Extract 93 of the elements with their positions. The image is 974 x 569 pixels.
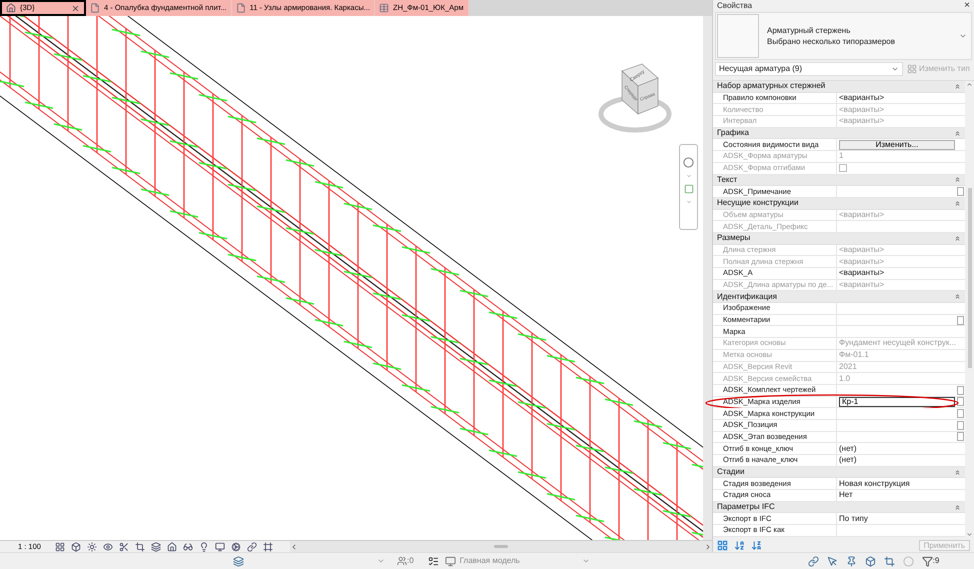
filter-icon[interactable] — [922, 556, 933, 566]
edit-button[interactable]: Изменить... — [839, 140, 955, 150]
sort-descending-icon[interactable] — [751, 540, 762, 550]
document-icon — [90, 3, 100, 13]
users-icon[interactable] — [397, 556, 407, 566]
property-value: Фм-01.1 — [839, 350, 869, 360]
horizontal-scrollbar[interactable] — [290, 541, 712, 552]
property-value: (нет) — [839, 444, 857, 454]
type-selector[interactable]: Арматурный стержень Выбрано несколько типоразмеров — [715, 12, 972, 60]
close-button[interactable]: × — [964, 1, 970, 11]
collapse-icon[interactable] — [954, 130, 961, 137]
cube-icon[interactable] — [864, 556, 876, 566]
crop-icon[interactable] — [135, 542, 145, 552]
link-icon[interactable] — [808, 556, 819, 566]
list-icon[interactable] — [428, 556, 439, 566]
pointer-icon[interactable] — [826, 556, 838, 566]
browse-button[interactable] — [957, 409, 964, 418]
scroll-thumb[interactable] — [968, 188, 972, 368]
property-value: <варианты> — [839, 256, 884, 267]
property-value: Новая конструкция — [839, 478, 910, 489]
selection-count: :9 — [932, 556, 940, 566]
property-value: Нет — [839, 490, 853, 500]
cube-icon[interactable] — [71, 542, 81, 552]
property-value: <варианты> — [839, 244, 884, 255]
collapse-icon[interactable] — [954, 200, 961, 207]
pin-icon[interactable] — [846, 556, 857, 566]
browse-button[interactable] — [957, 386, 964, 395]
scroll-thumb[interactable] — [494, 545, 508, 548]
collapse-icon[interactable] — [954, 468, 961, 476]
caret-icon[interactable] — [377, 557, 385, 565]
layers-icon[interactable] — [151, 542, 161, 552]
type-name: Выбрано несколько типоразмеров — [767, 36, 895, 47]
grid-icon — [907, 64, 917, 74]
glasses-icon[interactable] — [183, 542, 193, 552]
document-icon — [236, 3, 246, 13]
group-header[interactable]: Текст — [717, 174, 738, 185]
panel-title: Свойства — [717, 1, 752, 11]
collapse-icon[interactable] — [954, 504, 961, 511]
type-name: Арматурный стержень — [767, 25, 852, 36]
frame-icon[interactable] — [263, 542, 273, 552]
categorized-icon[interactable] — [717, 540, 728, 550]
gear-icon[interactable] — [231, 542, 241, 552]
house-icon[interactable] — [167, 542, 177, 552]
group-header[interactable]: Размеры — [717, 233, 750, 244]
property-value: 1.0 — [839, 374, 850, 384]
sort-ascending-icon[interactable] — [734, 540, 745, 550]
close-icon[interactable] — [71, 4, 80, 12]
property-value: 1 — [839, 151, 844, 162]
property-value: (нет) — [839, 455, 857, 466]
property-value: <варианты> — [839, 104, 884, 115]
vertical-scrollbar[interactable] — [965, 81, 974, 538]
collapse-icon[interactable] — [954, 176, 961, 184]
property-value: <варианты> — [839, 210, 884, 220]
group-header[interactable]: Идентификация — [717, 292, 777, 302]
filter-dropdown[interactable]: Несущая арматура (9) — [715, 62, 903, 76]
worksharing-count: :0 — [407, 556, 414, 566]
scroll-up-icon[interactable] — [966, 81, 973, 88]
browse-button[interactable] — [957, 397, 964, 406]
scroll-down-icon[interactable] — [966, 531, 973, 538]
sun-icon[interactable] — [87, 542, 97, 552]
property-value: <варианты> — [839, 116, 884, 126]
lightbulb-icon[interactable] — [199, 542, 209, 552]
collapse-icon[interactable] — [954, 293, 961, 300]
grid-icon[interactable] — [55, 542, 65, 552]
caret-icon — [891, 65, 899, 73]
property-value: <варианты> — [839, 280, 884, 290]
scroll-left-icon[interactable] — [290, 542, 298, 550]
link-icon[interactable] — [247, 542, 257, 552]
monitor-icon[interactable] — [444, 556, 456, 566]
property-value: 2021 — [839, 362, 857, 372]
caret-icon — [582, 557, 590, 565]
property-value: По типу — [839, 514, 868, 524]
browse-button[interactable] — [957, 316, 964, 325]
browse-button[interactable] — [957, 420, 964, 430]
caret-icon — [959, 32, 967, 40]
property-value: <варианты> — [839, 268, 884, 278]
group-header[interactable]: Стадии — [717, 467, 744, 478]
group-header[interactable]: Графика — [717, 128, 749, 138]
property-value: <варианты> — [839, 93, 884, 104]
browse-button[interactable] — [957, 187, 964, 196]
eye-icon[interactable] — [103, 542, 113, 552]
collapse-icon[interactable] — [954, 234, 961, 242]
property-value: Фундамент несущей конструк... — [839, 338, 956, 348]
monitor-icon[interactable] — [215, 542, 225, 552]
table-icon — [379, 3, 389, 13]
worksets-icon[interactable] — [233, 556, 244, 566]
browse-button[interactable] — [957, 432, 964, 442]
crop-icon[interactable] — [884, 556, 895, 566]
house-icon — [6, 3, 16, 13]
scissors-icon[interactable] — [119, 542, 129, 552]
collapse-icon[interactable] — [954, 82, 961, 90]
type-preview — [717, 14, 759, 58]
scroll-right-icon[interactable] — [704, 542, 712, 550]
